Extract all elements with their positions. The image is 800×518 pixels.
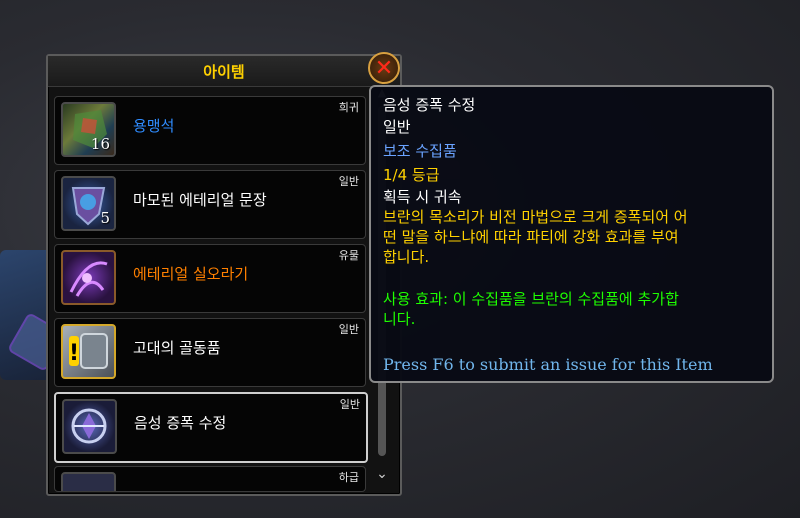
tooltip-description-line1: 브란의 목소리가 비전 마법으로 크게 증폭되어 어: [383, 208, 688, 226]
item-row-partial[interactable]: 하급: [54, 466, 366, 492]
voice-amplifier-crystal-icon: [62, 399, 117, 454]
item-rarity: 유물: [338, 249, 359, 262]
tooltip-item-name: 음성 증폭 수정: [383, 96, 476, 114]
panel-header: 아이템: [48, 56, 400, 87]
svg-text:!: !: [69, 341, 79, 366]
tooltip-use-line1: 사용 효과: 이 수집품을 브란의 수집품에 추가합: [383, 290, 679, 308]
ethereal-strand-icon: [61, 250, 116, 305]
item-name: 고대의 골동품: [133, 339, 221, 357]
tooltip-quality: 일반: [383, 118, 411, 136]
item-rarity: 일반: [339, 398, 360, 411]
tooltip-category: 보조 수집품: [383, 142, 457, 160]
close-button[interactable]: ✕: [368, 52, 400, 84]
item-row-ethereal-strand[interactable]: 에테리얼 실오라기 유물: [54, 244, 366, 313]
item-tooltip: 음성 증폭 수정 일반 보조 수집품 1/4 등급 획득 시 귀속 브란의 목소…: [369, 85, 774, 383]
tooltip-use-line2: 니다.: [383, 310, 416, 328]
item-count: 16: [90, 135, 110, 153]
partial-item-icon: [61, 472, 116, 491]
item-row-voice-amplifier-crystal[interactable]: 음성 증폭 수정 일반: [54, 392, 368, 463]
item-count: 5: [100, 209, 110, 227]
tooltip-description-line2: 떤 말을 하느냐에 따라 파티에 강화 효과를 부여: [383, 228, 679, 246]
item-rarity: 희귀: [338, 101, 359, 114]
scroll-down-arrow-icon[interactable]: ⌄: [374, 466, 390, 482]
item-name: 용맹석: [133, 117, 175, 135]
panel-title: 아이템: [203, 63, 245, 81]
tooltip-rank: 1/4 등급: [383, 166, 440, 184]
item-rarity: 하급: [338, 471, 359, 484]
item-name: 음성 증폭 수정: [134, 414, 227, 432]
worn-crest-icon: 5: [61, 176, 116, 231]
tooltip-binding: 획득 시 귀속: [383, 188, 462, 206]
close-icon: ✕: [374, 56, 394, 81]
item-row-valor-stone[interactable]: 16 용맹석 희귀: [54, 96, 366, 165]
item-row-worn-crest[interactable]: 5 마모된 에테리얼 문장 일반: [54, 170, 366, 239]
item-panel: 아이템 16 용맹석 희귀 5 마모된 에테리얼 문장 일반 에테리얼 실오라기…: [46, 54, 402, 496]
tooltip-footer: Press F6 to submit an issue for this Ite…: [383, 355, 713, 374]
valor-stone-icon: 16: [61, 102, 116, 157]
item-name: 에테리얼 실오라기: [133, 265, 249, 283]
tooltip-description-line3: 합니다.: [383, 248, 430, 266]
item-name: 마모된 에테리얼 문장: [133, 191, 267, 209]
ancient-curio-icon: !: [61, 324, 116, 379]
item-row-ancient-curio[interactable]: ! 고대의 골동품 일반: [54, 318, 366, 387]
item-rarity: 일반: [338, 323, 359, 336]
item-rarity: 일반: [338, 175, 359, 188]
